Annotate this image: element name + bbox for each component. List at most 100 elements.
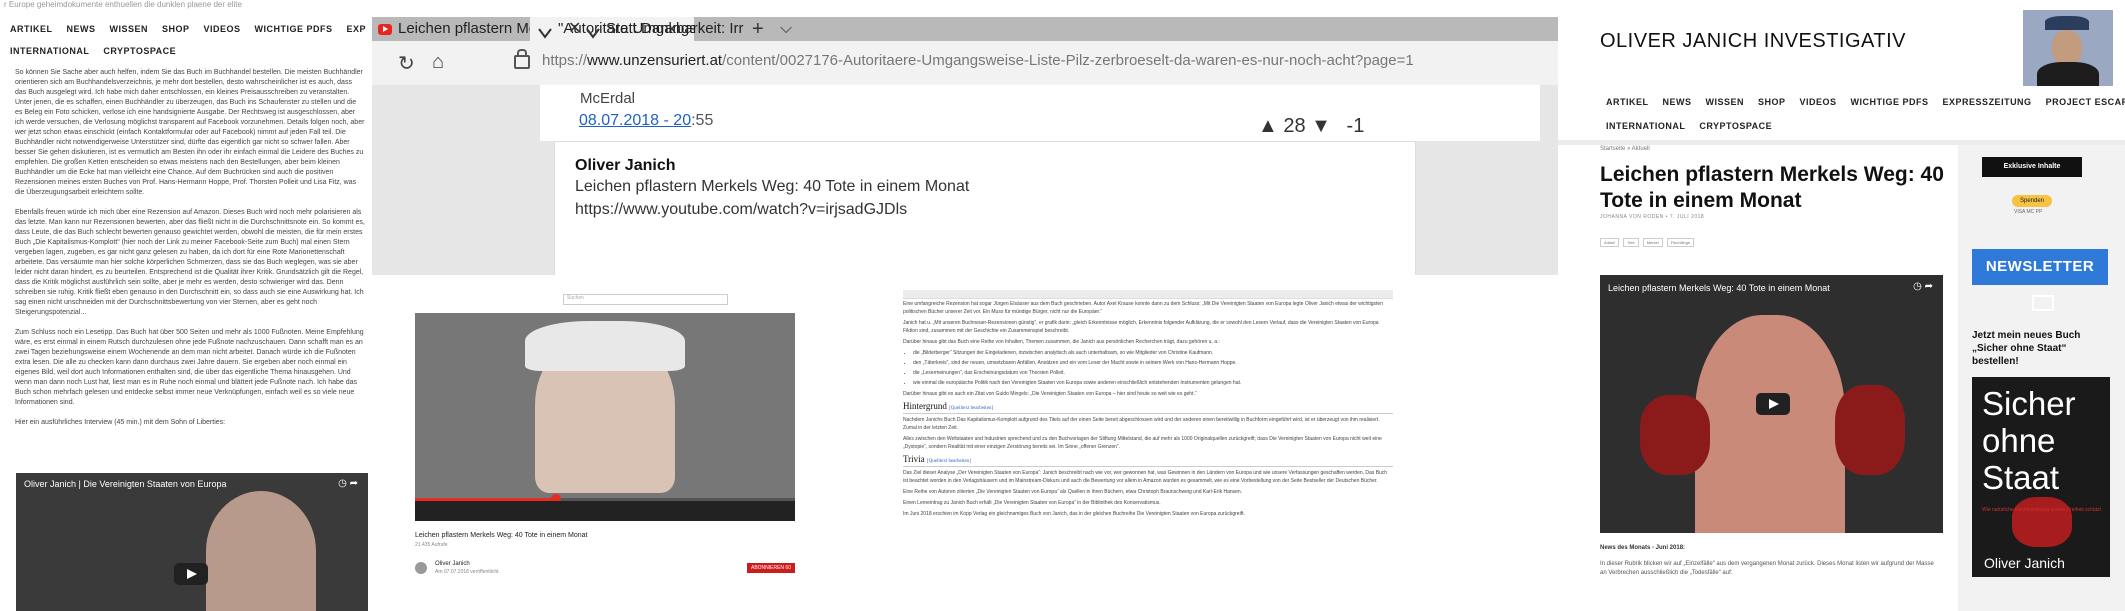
left-article-body: So können Sie Sache aber auch helfen, in… [15,68,365,438]
wiki-article-body: Eine umfangreiche Rezension hat sogar Jü… [903,300,1393,521]
menu-item-wichtige-pdfs[interactable]: WICHTIGE PDFS [1851,97,1929,107]
youtube-screenshot-panel: Suchen Leichen pflastern Merkels Weg: 40… [403,290,805,590]
subscribe-button[interactable]: ABONNIEREN 60 TSD [747,563,795,581]
menu-item-artikel[interactable]: ARTIKEL [1606,97,1649,107]
book-cover-hand [2012,497,2072,547]
menu-item-international[interactable]: INTERNATIONAL [1606,121,1685,131]
menu-item-shop[interactable]: SHOP [1758,97,1786,107]
quote-link[interactable]: https://www.youtube.com/watch?v=irjsadGJ… [575,201,907,219]
downvote-icon[interactable]: ▼ [1311,115,1331,137]
view-count: 21.435 Aufrufe [415,542,448,548]
face-shape [2052,30,2082,66]
site-main-menu: ARTIKEL NEWS WISSEN SHOP VIDEOS WICHTIGE… [1606,90,2125,138]
heading-text: Hintergrund [903,401,947,411]
top-breadcrumb-text: r Europe geheimdokumente enthuellen die … [4,0,242,9]
youtube-video-player[interactable] [415,313,795,521]
youtube-icon [378,23,392,35]
menu-item-wichtige-pdfs[interactable]: WICHTIGE PDFS [255,24,333,34]
shoulders-shape [2037,62,2099,86]
vote-score: -1 [1346,115,1365,137]
channel-name[interactable]: Oliver Janich [435,561,470,567]
section-heading-background: Hintergrund [Quelltext bearbeiten] [903,402,1393,414]
upvote-icon[interactable]: ▲ [1258,115,1278,137]
tag-chip[interactable]: Tote [1623,238,1639,247]
youtube-search-input[interactable]: Suchen [563,294,728,305]
news-heading: News des Monats - Juni 2018: [1600,545,1686,551]
tag-chip[interactable]: Merkel [1642,238,1663,247]
tab-youtube[interactable]: Leichen pflastern Merkels W [372,17,530,41]
new-tab-icon[interactable]: + [752,17,764,41]
book-cover[interactable]: Sicher ohne Staat Wie natürliche Rechtso… [1972,377,2110,577]
menu-item-artikel[interactable]: ARTIKEL [10,24,53,34]
comment-author: McErdal [580,90,636,107]
tag-chip[interactable]: Flüchtlinge [1666,238,1695,247]
site-menu-row-2: INTERNATIONAL CRYPTOSPACE [1606,114,2076,138]
menu-item-videos[interactable]: VIDEOS [1800,97,1837,107]
publish-date: Am 07.07.2018 veröffentlicht [435,569,499,575]
heading-text: Trivia [903,454,925,464]
video-share-icons[interactable]: ◷ ➦ [338,478,358,489]
video-thumbnail-person [206,491,316,611]
quote-text: Leichen pflastern Merkels Weg: 40 Tote i… [575,178,970,195]
menu-item-cryptospace[interactable]: CRYPTOSPACE [1699,121,1772,131]
exclusive-content-button[interactable]: Exklusive Inhalte [1982,157,2082,177]
article-byline: JOHANNA VON RODEN • 7. JULI 2018 [1600,214,1705,220]
video-control-bar [415,501,795,521]
video-share-icons[interactable]: ◷ ➦ [1913,281,1933,292]
url-host: www.unzensuriert.at [587,52,723,69]
video-thumbnail-hat [525,321,685,371]
menu-item-wissen[interactable]: WISSEN [1706,97,1745,107]
wiki-paragraph: Eine umfangreiche Rezension hat sogar Jü… [903,301,1383,315]
play-icon[interactable] [1756,393,1790,415]
wiki-paragraph: Darüber hinaus gibt es auch ein Zitat vo… [903,391,1197,397]
article-paragraph: Zum Schluss noch ein Lesetipp. Das Buch … [15,329,364,406]
home-icon[interactable]: ⌂ [432,51,444,74]
comment-card: McErdal 08.07.2018 - 20:55 ▲ 28 ▼ -1 [540,85,1540,141]
section-heading-trivia: Trivia [Quelltext bearbeiten] [903,455,1393,467]
site-title[interactable]: OLIVER JANICH INVESTIGATIV [1600,30,1906,53]
menu-item-expresszeitung[interactable]: EXPRESSZEITUNG [1943,97,2032,107]
breadcrumb[interactable]: Startseite » Aktuell [1600,146,1650,152]
edit-source-link[interactable]: [Quelltext bearbeiten] [949,406,993,411]
menu-item-shop[interactable]: SHOP [162,24,190,34]
menu-item-wissen[interactable]: WISSEN [110,24,149,34]
right-site-panel: OLIVER JANICH INVESTIGATIV ARTIKEL NEWS … [1558,0,2125,611]
interview-video-embed[interactable]: Oliver Janich | Die Vereinigten Staaten … [16,473,368,611]
avatar[interactable] [415,562,427,574]
news-intro-text: In dieser Rubrik blicken wir auf „Einzel… [1600,561,1934,576]
menu-item-videos[interactable]: VIDEOS [204,24,241,34]
menu-item-international[interactable]: INTERNATIONAL [10,46,89,56]
quoted-comment: Oliver Janich Leichen pflastern Merkels … [554,141,1416,275]
page-content: McErdal 08.07.2018 - 20:55 ▲ 28 ▼ -1 Oli… [372,85,1558,275]
wiki-paragraph: Nachdem Janichs Buch Das Kapitalismus-Ko… [903,417,1380,431]
list-item: wie einmal die europäische Politik nach … [913,379,1393,387]
address-bar[interactable]: https://www.unzensuriert.at/content/0027… [542,52,1414,69]
close-tab-icon[interactable]: ✕ [568,17,581,41]
comment-date-link[interactable]: 08.07.2018 - 20 [579,112,691,129]
menu-item-project-escape[interactable]: PROJECT ESCAPE [2046,97,2125,107]
edit-source-link[interactable]: [Quelltext bearbeiten] [927,459,971,464]
menu-item-exp[interactable]: EXP [347,24,367,34]
wiki-toolbar [903,290,1393,299]
wiki-paragraph: Eine Reihe von Autoren zitierten „Die Ve… [903,489,1243,495]
tag-chip[interactable]: Artikel [1600,238,1620,247]
menu-item-news[interactable]: NEWS [1663,97,1692,107]
menu-item-news[interactable]: NEWS [67,24,96,34]
url-path: /content/0027176-Autoritaere-Umgangsweis… [722,52,1414,69]
video-thumbnail-hand [1640,395,1710,475]
reload-icon[interactable]: ↻ [398,51,415,76]
tab-list-chevron-icon[interactable]: ⌵ [780,17,792,41]
newsletter-button[interactable]: NEWSLETTER [1972,249,2108,312]
article-video-embed[interactable]: Leichen pflastern Merkels Weg: 40 Tote i… [1600,275,1943,533]
play-icon[interactable] [174,563,208,585]
vote-count: 28 [1283,115,1306,137]
tag-list: Artikel Tote Merkel Flüchtlinge [1600,238,1695,247]
tab-label: Leichen pflastern Merkels W [398,20,530,37]
article-paragraph: Hier ein ausführliches Interview (45 min… [15,419,226,426]
wiki-paragraph: Das Ziel dieser Analyse „Der Vereinigten… [903,470,1388,484]
article-paragraph: So können Sie Sache aber auch helfen, in… [15,69,365,196]
menu-item-cryptospace[interactable]: CRYPTOSPACE [103,46,176,56]
tab-statt-dankbarkeit[interactable]: Statt Dankbarkeit: Irres „Allä [586,17,744,41]
donate-button[interactable]: Spenden [2012,195,2052,207]
list-item: die „Lesermeinungen“, das Erscheinungsda… [913,369,1393,377]
